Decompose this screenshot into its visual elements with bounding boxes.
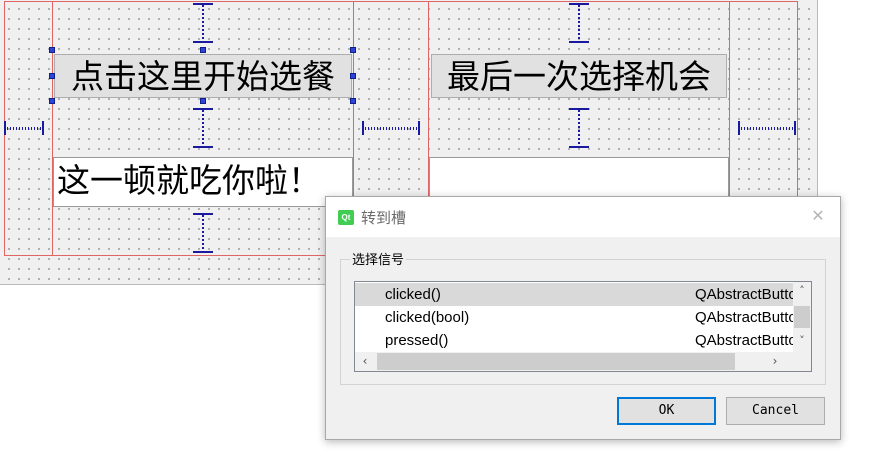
chevron-up-icon[interactable]: ˄ <box>793 282 811 300</box>
selection-handle-bottom-center[interactable] <box>200 98 206 104</box>
selection-handle-bottom-left[interactable] <box>49 98 55 104</box>
selection-handle-middle-right[interactable] <box>350 73 356 79</box>
chevron-left-icon[interactable]: ‹ <box>355 352 375 371</box>
selection-handle-top-right[interactable] <box>350 47 356 53</box>
signal-class: QAbstractButton <box>695 309 793 326</box>
signal-group-title: 选择信号 <box>350 249 407 268</box>
left-horizontal-spacer[interactable] <box>4 121 44 135</box>
horizontal-scrollbar[interactable]: ‹ › <box>355 352 793 371</box>
top-vertical-spacer-right[interactable] <box>569 3 589 43</box>
signal-name: clicked() <box>385 286 441 303</box>
selection-handle-top-center[interactable] <box>200 47 206 53</box>
selection-handle-middle-left[interactable] <box>49 73 55 79</box>
middle-vertical-spacer-left[interactable] <box>193 108 213 148</box>
scrollbar-corner <box>793 352 811 371</box>
close-icon[interactable]: ✕ <box>808 206 828 226</box>
selection-handle-bottom-right[interactable] <box>350 98 356 104</box>
middle-vertical-spacer-right[interactable] <box>569 108 589 148</box>
signal-list[interactable]: clicked() QAbstractButton clicked(bool) … <box>354 281 812 372</box>
vertical-scroll-thumb[interactable] <box>794 306 810 328</box>
horizontal-scroll-thumb[interactable] <box>377 353 735 370</box>
qt-logo-icon: Qt <box>338 210 354 225</box>
dialog-titlebar[interactable]: Qt 转到槽 ✕ <box>326 197 840 237</box>
signal-class: QAbstractButton <box>695 332 793 349</box>
vertical-scrollbar[interactable]: ˄ ˅ <box>793 282 811 353</box>
signal-class: QAbstractButton <box>695 286 793 303</box>
cancel-button[interactable]: Cancel <box>726 397 825 425</box>
middle-horizontal-spacer[interactable] <box>362 121 420 135</box>
signal-row[interactable]: clicked(bool) QAbstractButton <box>355 306 793 329</box>
top-vertical-spacer-left[interactable] <box>193 3 213 43</box>
ok-button[interactable]: OK <box>617 397 716 425</box>
start-choosing-button[interactable]: 点击这里开始选餐 <box>54 54 352 98</box>
bottom-vertical-spacer-left[interactable] <box>193 213 213 253</box>
right-horizontal-spacer[interactable] <box>738 121 796 135</box>
signal-row[interactable]: pressed() QAbstractButton <box>355 329 793 352</box>
dialog-title: 转到槽 <box>361 210 407 227</box>
selection-handle-top-left[interactable] <box>49 47 55 53</box>
chevron-down-icon[interactable]: ˅ <box>793 332 811 350</box>
chevron-right-icon[interactable]: › <box>765 352 785 371</box>
signal-name: pressed() <box>385 332 449 349</box>
signal-name: clicked(bool) <box>385 309 470 326</box>
go-to-slot-dialog: Qt 转到槽 ✕ 选择信号 clicked() QAbstractButton … <box>325 196 841 440</box>
result-label-left[interactable]: 这一顿就吃你啦！ <box>53 157 353 207</box>
last-chance-button[interactable]: 最后一次选择机会 <box>431 54 727 98</box>
signal-row[interactable]: clicked() QAbstractButton <box>355 283 793 306</box>
